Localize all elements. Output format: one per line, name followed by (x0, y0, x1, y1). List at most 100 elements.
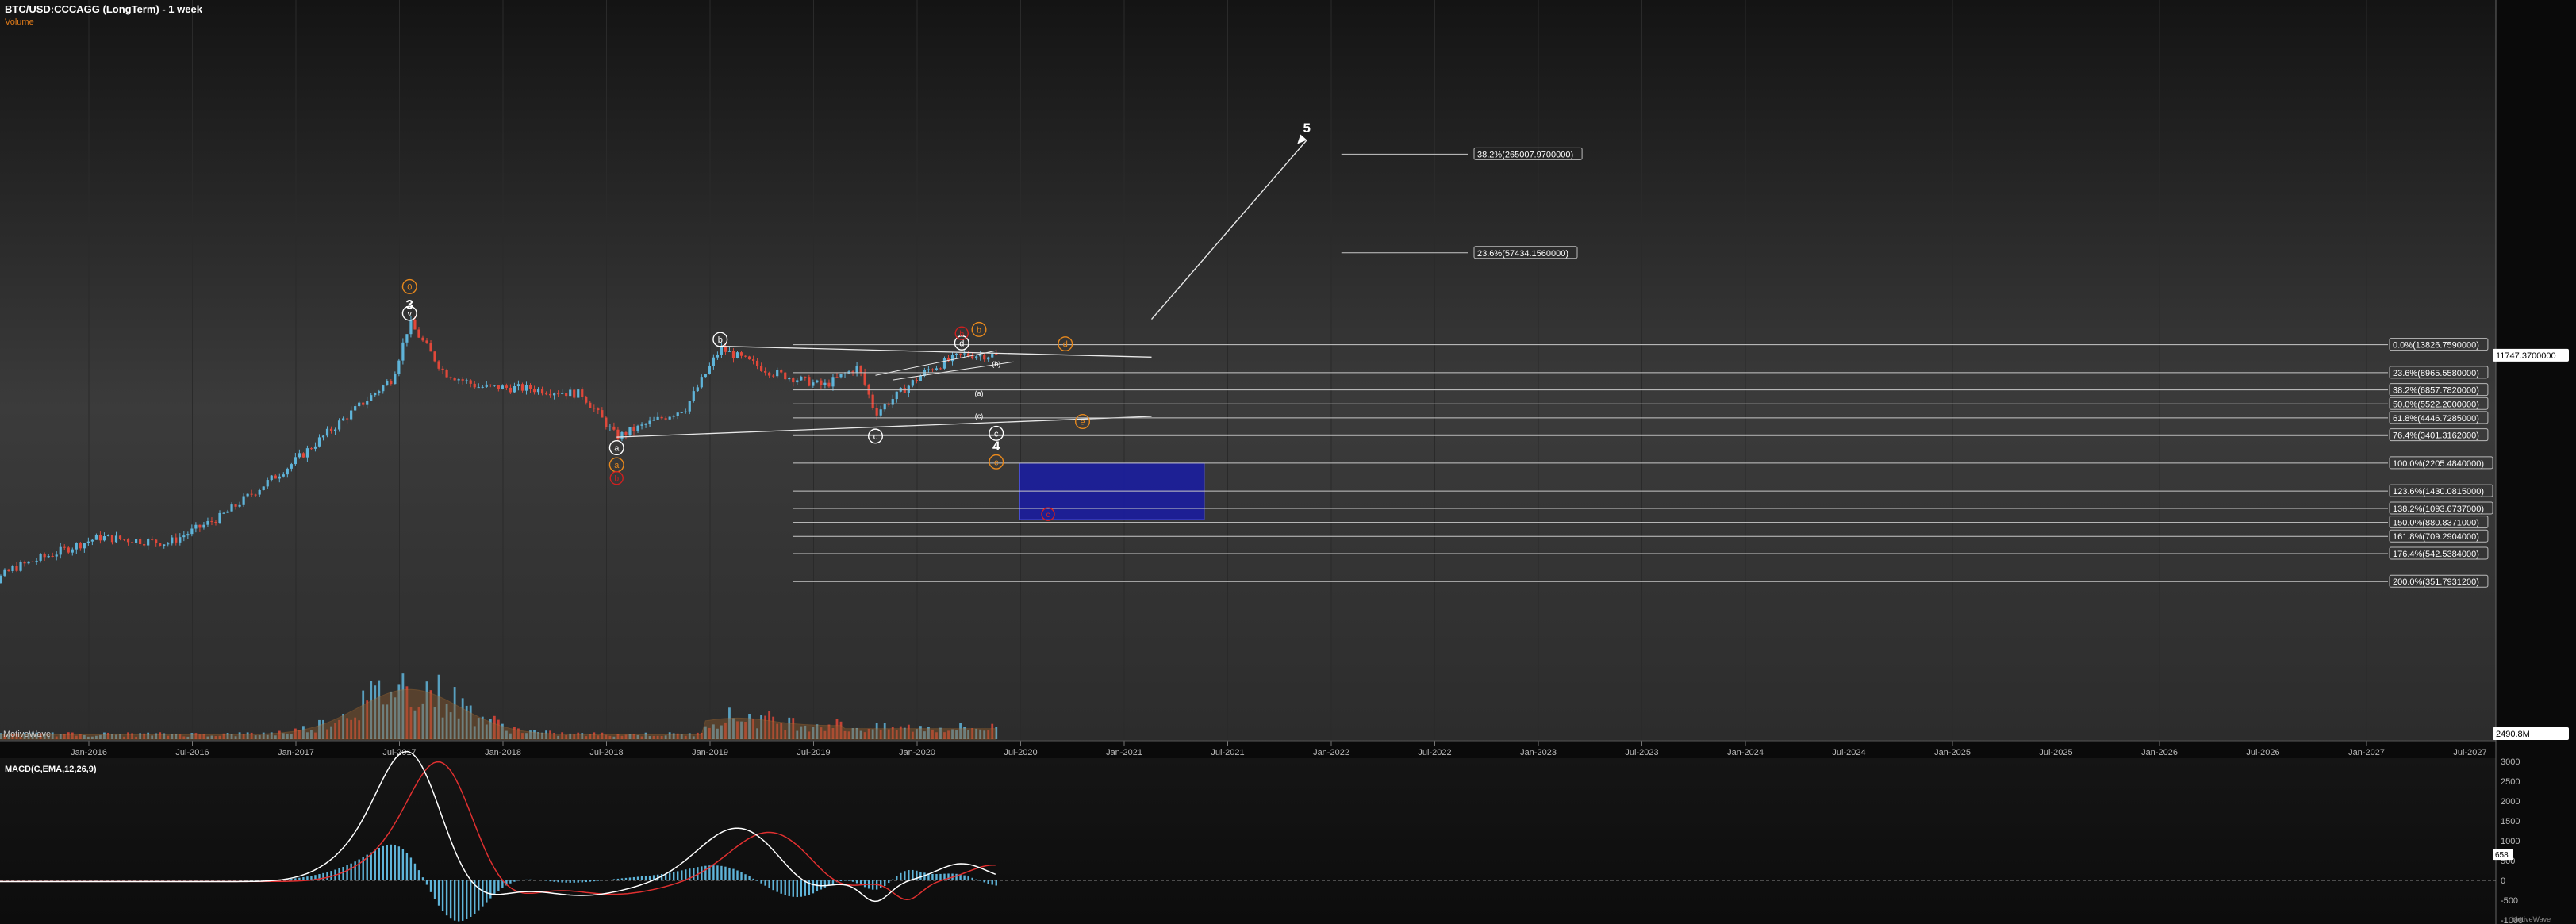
fib-level-label: 100.0%(2205.4840000) (2393, 459, 2484, 469)
x-axis-label: Jan-2018 (485, 748, 521, 757)
candle-body (453, 378, 456, 381)
candle-body (601, 410, 604, 418)
candle-body (907, 385, 910, 393)
candle-body (536, 389, 540, 393)
candle-body (370, 395, 373, 401)
x-axis-label: Jul-2027 (2453, 748, 2486, 757)
wave-label: c (1046, 511, 1050, 520)
candle-body (114, 535, 118, 543)
macd-axis-label: 3000 (2501, 757, 2520, 767)
candle-body (505, 385, 508, 388)
candle-body (47, 555, 50, 558)
candle-body (935, 368, 939, 370)
candle-body (190, 528, 194, 535)
candle-body (995, 354, 998, 355)
x-axis-label: Jul-2021 (1211, 748, 1244, 757)
x-axis-label: Jul-2026 (2246, 748, 2279, 757)
volume-tag: 2490.8M (2496, 730, 2530, 739)
wave-label: b (959, 330, 964, 339)
candle-body (696, 387, 699, 392)
candle-body (167, 543, 170, 545)
candle-body (175, 537, 178, 543)
macd-histogram-bar (640, 876, 643, 880)
macd-histogram-bar (573, 880, 575, 883)
candle-body (401, 342, 405, 361)
candle-body (234, 504, 237, 507)
candle-body (727, 351, 731, 352)
macd-histogram-bar (644, 876, 647, 880)
candle-body (485, 384, 488, 387)
candle-body (246, 493, 249, 497)
candle-body (313, 446, 317, 449)
candle-body (528, 385, 532, 389)
macd-histogram-bar (776, 880, 778, 892)
candle-body (589, 402, 592, 408)
candle-body (374, 393, 377, 396)
candle-body (903, 388, 906, 393)
macd-histogram-bar (855, 880, 858, 884)
candle-body (210, 521, 213, 523)
macd-histogram-bar (796, 880, 798, 898)
macd-histogram-bar (326, 872, 328, 880)
macd-histogram-bar (831, 880, 835, 884)
candle-body (879, 409, 882, 416)
candle-body (309, 448, 313, 450)
candle-body (230, 504, 233, 512)
candle-body (954, 353, 958, 355)
macd-histogram-bar (382, 845, 384, 880)
macd-histogram-bar (624, 877, 628, 880)
candle-body (186, 534, 190, 536)
candle-body (585, 397, 588, 403)
candle-body (282, 474, 285, 477)
x-axis-label: Jan-2020 (899, 748, 935, 757)
candle-body (147, 539, 150, 546)
macd-histogram-bar (900, 872, 902, 880)
wave-label: c (994, 429, 999, 439)
candle-body (139, 539, 142, 545)
macd-histogram-bar (620, 878, 624, 880)
macd-histogram-bar (720, 865, 723, 880)
macd-histogram-bar (397, 846, 401, 880)
candle-body (337, 420, 341, 430)
macd-histogram-bar (350, 863, 352, 880)
candle-body (94, 535, 98, 540)
fib-level-label: 23.6%(8965.5580000) (2393, 369, 2479, 378)
x-axis-label: Jan-2022 (1313, 748, 1349, 757)
candle-body (648, 420, 651, 424)
candle-body (90, 539, 94, 542)
wave-label: (b) (992, 360, 1000, 368)
candle-body (875, 408, 878, 416)
candle-body (301, 453, 305, 458)
candle-body (859, 366, 862, 373)
candle-body (290, 464, 293, 469)
macd-histogram-bar (409, 857, 413, 880)
macd-histogram-bar (545, 880, 547, 881)
wave-label: c (873, 432, 878, 442)
candle-body (413, 320, 417, 330)
wave-label: a (614, 443, 620, 453)
candle-body (979, 355, 982, 357)
macd-histogram-bar (561, 880, 563, 883)
x-axis-label: Jul-2023 (1625, 748, 1658, 757)
macd-histogram-bar (465, 880, 468, 919)
macd-histogram-bar (486, 880, 488, 903)
candle-body (544, 393, 548, 395)
macd-histogram-bar (482, 880, 484, 907)
x-axis-label: Jul-2018 (589, 748, 623, 757)
candle-body (294, 457, 297, 465)
macd-histogram-bar (449, 880, 452, 919)
candle-body (712, 357, 715, 366)
macd-histogram-bar (374, 849, 376, 880)
candle-body (561, 393, 564, 394)
candle-body (298, 453, 301, 458)
fib-level-label: 61.8%(4446.7285000) (2393, 414, 2479, 424)
candle-body (226, 511, 229, 513)
macd-histogram-bar (764, 880, 766, 886)
fib-level-label: 150.0%(880.8371000) (2393, 519, 2479, 528)
fib-level-label: 76.4%(3401.3162000) (2393, 431, 2479, 441)
macd-histogram-bar (979, 880, 981, 881)
candle-body (198, 524, 202, 528)
macd-histogram-bar (445, 880, 448, 916)
wave-label: 0 (407, 282, 412, 292)
candle-body (457, 379, 460, 381)
